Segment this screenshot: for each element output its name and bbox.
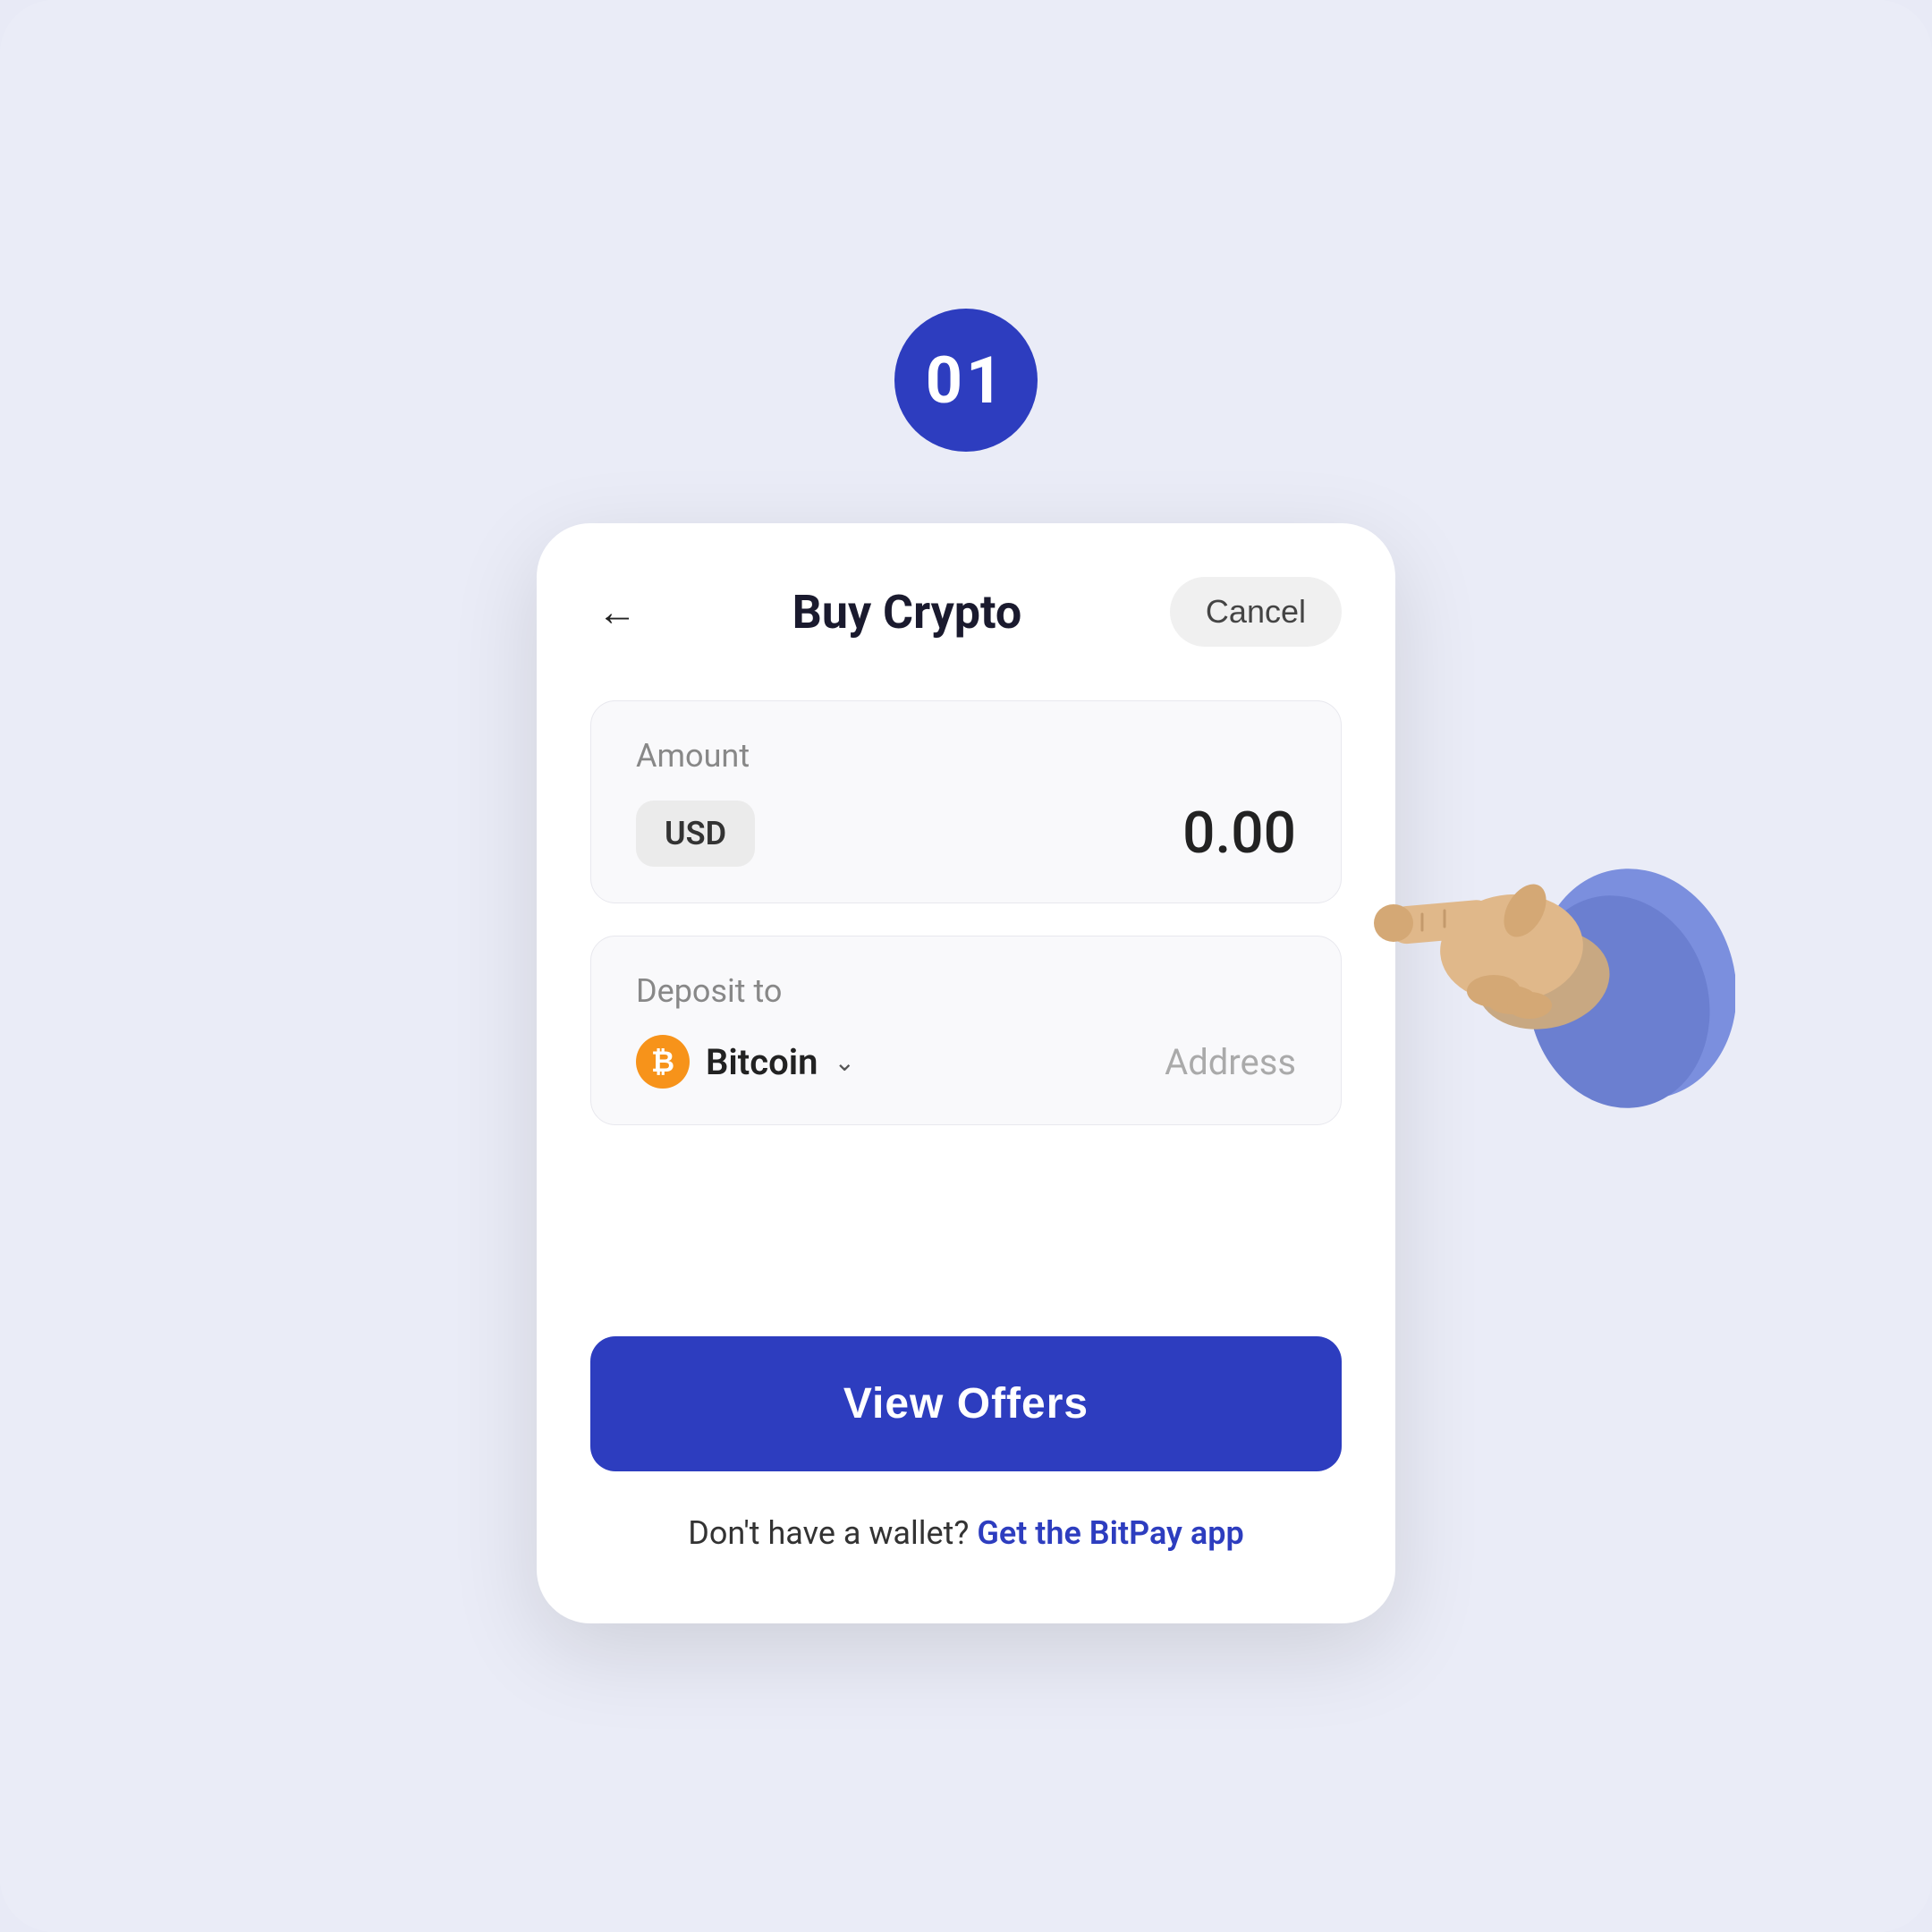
amount-row: USD 0.00 — [636, 800, 1296, 867]
cancel-button[interactable]: Cancel — [1170, 577, 1342, 647]
amount-value[interactable]: 0.00 — [1182, 800, 1296, 867]
amount-label: Amount — [636, 737, 1296, 775]
bitcoin-icon: ₿ — [636, 1035, 690, 1089]
step-number: 01 — [926, 343, 1007, 419]
bitcoin-label: Bitcoin — [706, 1041, 818, 1083]
deposit-row: ₿ Bitcoin ⌄ Address — [636, 1035, 1296, 1089]
bitcoin-selector[interactable]: ₿ Bitcoin ⌄ — [636, 1035, 855, 1089]
address-placeholder[interactable]: Address — [1165, 1041, 1296, 1083]
phone-wrapper: ← Buy Crypto Cancel Amount USD 0.00 Depo… — [537, 523, 1395, 1623]
get-bitpay-link[interactable]: Get the BitPay app — [977, 1514, 1243, 1552]
page-container: 01 ← Buy Crypto Cancel Amount USD 0.00 — [0, 0, 1932, 1932]
back-arrow-icon: ← — [597, 589, 637, 635]
deposit-label: Deposit to — [636, 972, 1296, 1010]
step-badge: 01 — [894, 309, 1038, 452]
chevron-down-icon: ⌄ — [834, 1047, 854, 1077]
page-title: Buy Crypto — [792, 585, 1022, 640]
back-button[interactable]: ← — [590, 585, 644, 639]
no-wallet-text: Don't have a wallet? — [688, 1514, 969, 1552]
wallet-footer: Don't have a wallet? Get the BitPay app — [590, 1514, 1342, 1552]
deposit-card: Deposit to ₿ Bitcoin ⌄ Address — [590, 936, 1342, 1125]
spacer — [590, 1157, 1342, 1336]
header-bar: ← Buy Crypto Cancel — [590, 577, 1342, 647]
phone-card: ← Buy Crypto Cancel Amount USD 0.00 Depo… — [537, 523, 1395, 1623]
currency-tag[interactable]: USD — [636, 801, 755, 867]
hand-illustration — [1360, 769, 1735, 1113]
amount-card: Amount USD 0.00 — [590, 700, 1342, 903]
view-offers-button[interactable]: View Offers — [590, 1336, 1342, 1471]
